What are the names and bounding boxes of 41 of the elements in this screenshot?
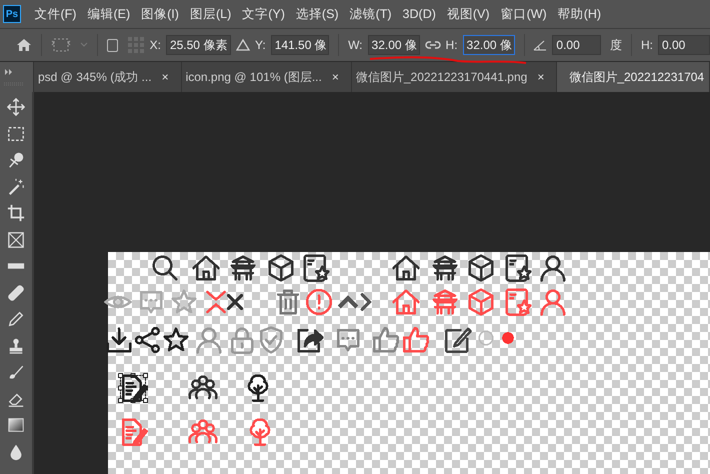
menu-item[interactable]: 窗口(W) — [495, 6, 552, 22]
x-field[interactable]: 25.50 像素 — [166, 35, 232, 55]
menu-item[interactable]: 文件(F) — [29, 6, 82, 22]
gradient-icon[interactable] — [7, 416, 25, 434]
y-field[interactable]: 141.50 像 — [270, 35, 330, 55]
stamp-icon[interactable] — [7, 336, 25, 354]
magic-wand-icon[interactable] — [7, 178, 25, 196]
app-logo: Ps — [3, 5, 21, 23]
angle-field[interactable]: 0.00 — [552, 35, 602, 55]
angle-unit: 度 — [610, 36, 622, 54]
move-tool-icon[interactable] — [7, 98, 25, 116]
document-tab[interactable]: 微信图片_202212231704 — [557, 62, 710, 92]
field-label: Y: — [255, 38, 266, 52]
link-icon[interactable] — [424, 40, 441, 50]
menu-item[interactable]: 编辑(E) — [82, 6, 136, 22]
field-label: W: — [348, 38, 363, 52]
menu-item[interactable]: 文字(Y) — [236, 6, 290, 22]
triangle-icon[interactable] — [236, 38, 250, 52]
checkbox[interactable] — [106, 38, 118, 52]
document-tab[interactable]: icon.png @ 101% (图层... × — [182, 62, 352, 92]
width-field[interactable]: 32.00 像 — [368, 35, 420, 55]
pencil-icon[interactable] — [7, 310, 25, 328]
menu-item[interactable]: 滤镜(T) — [344, 6, 398, 22]
collapse-icon[interactable] — [4, 68, 14, 74]
menu-item[interactable]: 帮助(H) — [552, 6, 607, 22]
brush-icon[interactable] — [7, 363, 25, 381]
menu-item[interactable]: 图层(L) — [184, 6, 237, 22]
menu-item[interactable]: 3D(D) — [397, 7, 442, 21]
marquee-tool-icon[interactable] — [7, 124, 25, 142]
crop-tool-icon[interactable] — [7, 204, 25, 222]
menu-item[interactable]: 图像(I) — [136, 6, 184, 22]
height-field[interactable]: 32.00 像 — [462, 35, 515, 55]
skew-field[interactable]: 0.00 — [658, 35, 710, 55]
menu-item[interactable]: 视图(V) — [441, 6, 496, 22]
field-label: X: — [150, 38, 161, 52]
field-label: H: — [640, 38, 653, 52]
field-label: H: — [446, 38, 458, 52]
frame-tool-icon[interactable] — [7, 230, 25, 248]
home-icon[interactable] — [16, 37, 32, 53]
menu-item[interactable]: 选择(S) — [290, 6, 344, 22]
angle-icon — [533, 39, 548, 51]
